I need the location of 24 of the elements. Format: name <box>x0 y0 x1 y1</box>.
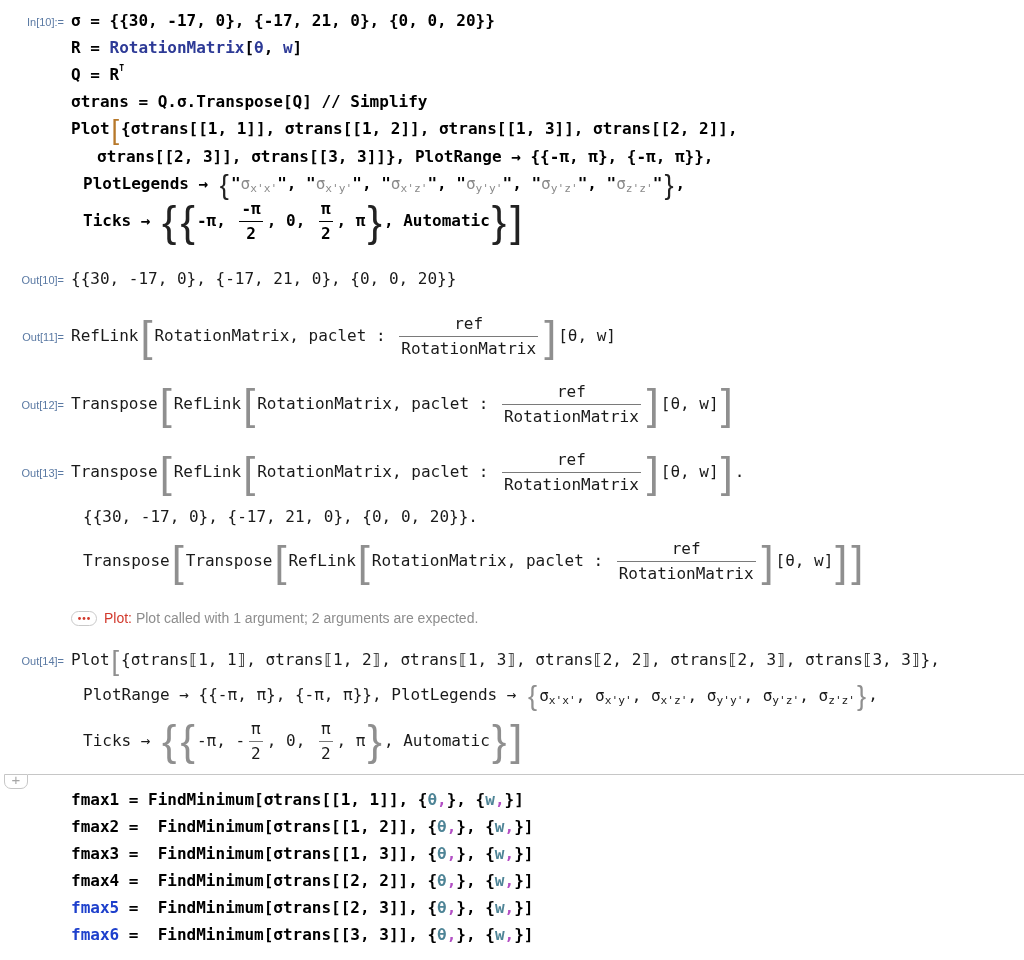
code-line: fmax1 = FindMinimum[σtrans[[1, 1]], {θ,}, {w,}] <box>71 788 524 811</box>
output-label: Out[11]= <box>22 331 64 344</box>
output-line: PlotRange → {{-π, π}, {-π, π}}, PlotLegends → {σ$_{x'x'}$, σ$_{x'y'}$, σ$_{x'z'}$, σ$_{y'y'}$, σ$_{y'z'}$, σ$_{z'z'}$}, <box>83 682 878 710</box>
output-line: {{30, -17, 0}, {-17, 21, 0}, {0, 0, 20}} <box>71 268 457 291</box>
code-line: Q = R$^{T}$ <box>71 63 124 86</box>
code-line: PlotLegends → {"σ$_{x'x'}$", "σ$_{x'y'}$", "σ$_{x'z'}$", "σ$_{y'y'}$", "σ$_{y'z'}$", "σ$_{z'z'}$"}, <box>83 170 686 199</box>
code-line: fmax3 = FindMinimum[σtrans[[1, 3]], {θ,}, {w,}] <box>71 842 534 865</box>
code-line: R = RotationMatrix[θ, w] <box>71 37 303 59</box>
output-label: Out[12]= <box>21 399 64 412</box>
code-line: fmax4 = FindMinimum[σtrans[[2, 2]], {θ,}, {w,}] <box>71 869 534 892</box>
code-line: σtrans[[2, 3]], σtrans[[3, 3]]}, PlotRange → {{-π, π}, {-π, π}}, <box>97 146 714 169</box>
output-line: {{30, -17, 0}, {-17, 21, 0}, {0, 0, 20}}. <box>83 506 478 529</box>
code-line: σtrans = Q.σ.Transpose[Q] // Simplify <box>71 91 428 113</box>
code-line: fmax6 = FindMinimum[σtrans[[3, 3]], {θ,}, {w,}] <box>71 923 534 946</box>
code-line: fmax2 = FindMinimum[σtrans[[1, 2]], {θ,}, {w,}] <box>71 815 534 838</box>
code-line: fmax5 = FindMinimum[σtrans[[2, 3]], {θ,}, {w,}] <box>71 896 534 919</box>
output-label: Out[14]= <box>21 655 64 668</box>
message-text: Plot: Plot called with 1 argument; 2 arguments are expected. <box>104 610 479 627</box>
output-label: Out[13]= <box>21 467 64 480</box>
code-line: σ = {{30, -17, 0}, {-17, 21, 0}, {0, 0, 20}} <box>71 10 495 32</box>
more-icon[interactable] <box>71 610 97 626</box>
input-label: In[10]:= <box>27 16 64 28</box>
output-label: Out[10]= <box>21 274 64 287</box>
add-cell-button[interactable]: + <box>4 773 28 789</box>
